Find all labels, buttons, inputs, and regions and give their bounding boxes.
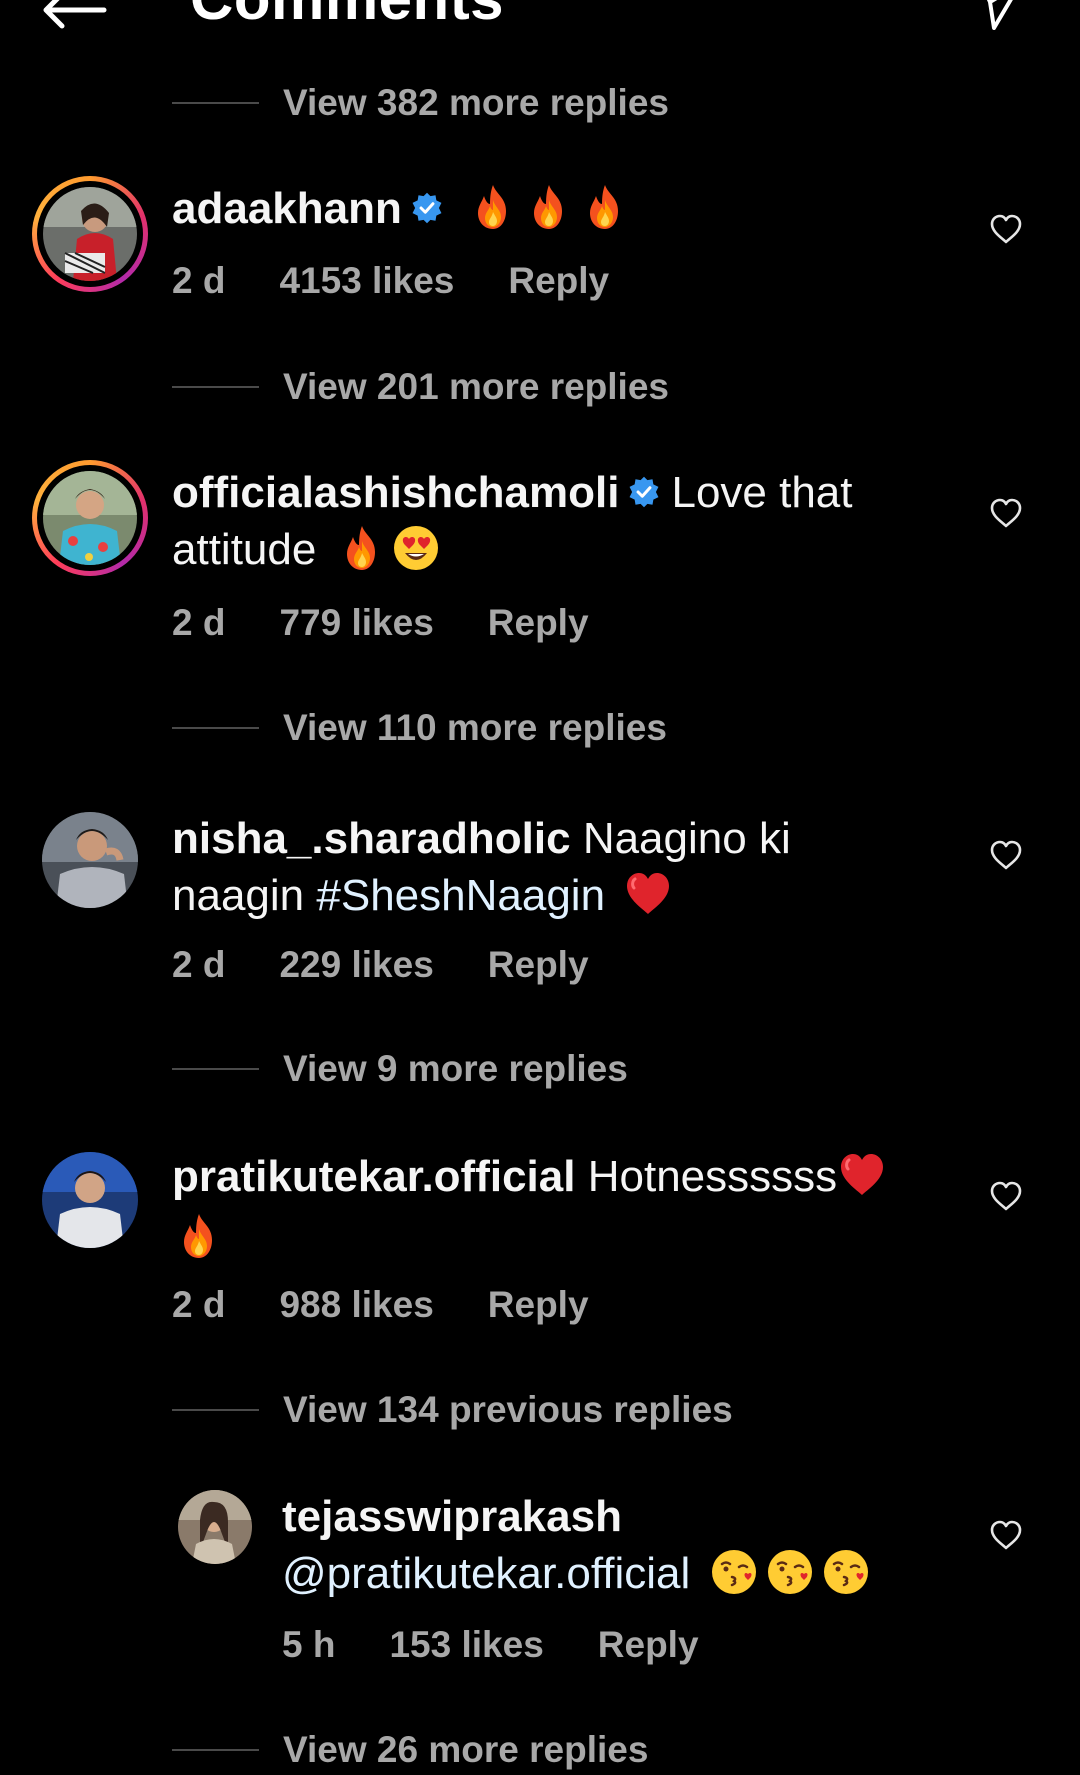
comment-username[interactable]: adaakhann <box>172 184 402 233</box>
view-more-replies[interactable]: View 26 more replies <box>172 1725 648 1775</box>
view-more-replies[interactable]: View 110 more replies <box>172 703 667 753</box>
comment-body: tejasswiprakash @pratikutekar.official <box>282 1488 871 1605</box>
avatar[interactable] <box>42 812 138 908</box>
comment-meta: 2 d 988 likes Reply <box>172 1284 643 1326</box>
view-more-replies-label: View 9 more replies <box>283 1048 628 1089</box>
red-heart-emoji-icon <box>837 1150 887 1200</box>
reply-button[interactable]: Reply <box>508 260 609 302</box>
comment-text: Hotnessssss <box>587 1152 838 1201</box>
avatar[interactable] <box>42 1152 138 1248</box>
verified-badge-icon <box>410 191 444 225</box>
fire-emoji-icon <box>580 182 630 232</box>
view-more-replies[interactable]: View 9 more replies <box>172 1044 628 1094</box>
comment-likes[interactable]: 153 likes <box>389 1624 543 1666</box>
page-title: Comments <box>190 0 504 33</box>
comment-likes[interactable]: 988 likes <box>279 1284 433 1326</box>
comment-text: naagin <box>172 871 305 920</box>
comment-likes[interactable]: 4153 likes <box>279 260 454 302</box>
comment-body: officialashishchamoli Love that attitude <box>172 464 853 581</box>
view-previous-replies-label: View 134 previous replies <box>283 1389 733 1430</box>
like-heart-icon[interactable] <box>989 497 1023 529</box>
comment-time: 2 d <box>172 260 226 301</box>
reply-button[interactable]: Reply <box>488 944 589 986</box>
header: Comments <box>0 0 1080 50</box>
comment-meta: 2 d 4153 likes Reply <box>172 260 663 302</box>
like-heart-icon[interactable] <box>989 213 1023 245</box>
comment-username[interactable]: pratikutekar.official <box>172 1152 575 1201</box>
reply-button[interactable]: Reply <box>598 1624 699 1666</box>
fire-emoji-icon <box>468 182 518 232</box>
reply-button[interactable]: Reply <box>488 602 589 644</box>
comment-time: 2 d <box>172 602 226 643</box>
like-heart-icon[interactable] <box>989 1180 1023 1212</box>
divider-line <box>172 1749 259 1751</box>
red-heart-emoji-icon <box>623 869 673 919</box>
send-icon[interactable] <box>980 0 1022 30</box>
divider-line <box>172 1409 259 1411</box>
comment-body: adaakhann <box>172 180 630 240</box>
comment-meta: 5 h 153 likes Reply <box>282 1624 753 1666</box>
comment-text: attitude <box>172 525 317 574</box>
kissing-face-emoji-icon <box>765 1547 815 1597</box>
fire-emoji-icon <box>524 182 574 232</box>
comment-likes[interactable]: 229 likes <box>279 944 433 986</box>
kissing-face-emoji-icon <box>821 1547 871 1597</box>
view-more-replies-label: View 110 more replies <box>283 707 667 748</box>
divider-line <box>172 1068 259 1070</box>
back-arrow-icon[interactable] <box>38 0 108 30</box>
comment-likes[interactable]: 779 likes <box>279 602 433 644</box>
view-more-replies-label: View 382 more replies <box>283 82 669 123</box>
comment-time: 5 h <box>282 1624 336 1665</box>
avatar[interactable] <box>178 1490 252 1564</box>
reply-button[interactable]: Reply <box>488 1284 589 1326</box>
divider-line <box>172 727 259 729</box>
comment-time: 2 d <box>172 1284 226 1325</box>
view-more-replies-label: View 201 more replies <box>283 366 669 407</box>
heart-eyes-emoji-icon <box>391 523 441 573</box>
comment-body: pratikutekar.official Hotnessssss <box>172 1148 887 1269</box>
view-more-replies[interactable]: View 201 more replies <box>172 362 669 412</box>
comment-time: 2 d <box>172 944 226 985</box>
comment-username[interactable]: tejasswiprakash <box>282 1492 622 1541</box>
kissing-face-emoji-icon <box>709 1547 759 1597</box>
divider-line <box>172 386 259 388</box>
like-heart-icon[interactable] <box>989 839 1023 871</box>
comment-username[interactable]: nisha_.sharadholic <box>172 814 571 863</box>
mention-link[interactable]: @pratikutekar.official <box>282 1549 690 1598</box>
view-more-replies-label: View 26 more replies <box>283 1729 649 1770</box>
avatar[interactable] <box>32 176 148 292</box>
verified-badge-icon <box>627 475 661 509</box>
comment-text: Love that <box>671 468 853 517</box>
comment-meta: 2 d 229 likes Reply <box>172 944 643 986</box>
fire-emoji-icon <box>337 523 387 573</box>
view-previous-replies[interactable]: View 134 previous replies <box>172 1385 733 1435</box>
fire-emoji-icon <box>174 1211 224 1261</box>
comment-body: nisha_.sharadholic Naagino ki naagin #Sh… <box>172 810 791 927</box>
hashtag-link[interactable]: #SheshNaagin <box>316 871 605 920</box>
comment-meta: 2 d 779 likes Reply <box>172 602 643 644</box>
divider-line <box>172 102 259 104</box>
comment-text: Naagino ki <box>582 814 791 863</box>
comment-username[interactable]: officialashishchamoli <box>172 468 619 517</box>
avatar[interactable] <box>32 460 148 576</box>
view-more-replies[interactable]: View 382 more replies <box>172 78 669 128</box>
like-heart-icon[interactable] <box>989 1519 1023 1551</box>
